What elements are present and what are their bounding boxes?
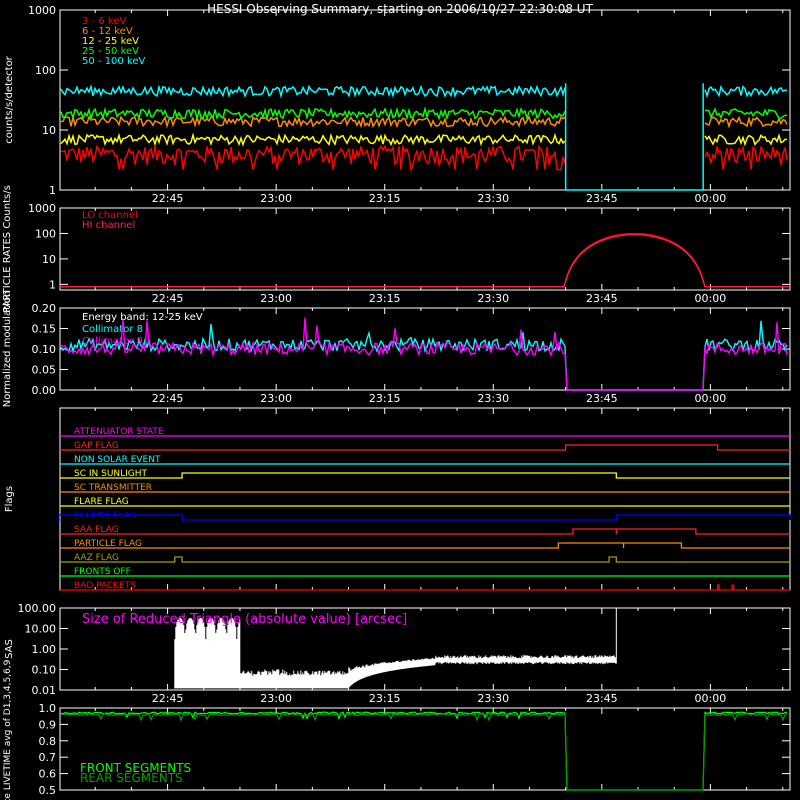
time-tick-label: 23:15 <box>369 392 401 405</box>
modulation-ytick-label: 0.05 <box>32 364 57 377</box>
modulation-annotation: Energy band: 12-25 keV <box>82 312 203 323</box>
time-tick-label: 23:30 <box>477 292 509 305</box>
count-rates-ytick-label: 1 <box>49 184 56 197</box>
count-rates-ytick-label: 100 <box>35 64 56 77</box>
figure-title: HESSI Observing Summary, starting on 200… <box>207 2 593 16</box>
sas-ytick-label: 0.10 <box>32 664 57 677</box>
time-tick-label: 23:30 <box>477 192 509 205</box>
particle-rates-legend-entry: HI channel <box>82 220 135 231</box>
livetime-ytick-label: 0.9 <box>39 718 57 731</box>
sas-ytick-label: 0.01 <box>32 684 57 697</box>
time-tick-label: 23:45 <box>586 392 618 405</box>
count-rates-ylabel: counts/s/detector <box>4 55 15 143</box>
livetime-ytick-label: 0.7 <box>39 751 57 764</box>
time-tick-label: 23:30 <box>477 392 509 405</box>
livetime-legend-entry: REAR SEGMENTS <box>80 771 183 785</box>
time-tick-label: 00:00 <box>695 392 727 405</box>
observing-summary-figure: HESSI Observing Summary, starting on 200… <box>0 0 800 800</box>
modulation-legend-entry: Collimator 8 <box>82 324 143 335</box>
particle-rates-ytick-label: 10 <box>42 253 56 266</box>
flags-ylabel: Flags <box>4 486 15 512</box>
particle-rates-ytick-label: 100 <box>35 227 56 240</box>
time-tick-label: 22:45 <box>152 392 184 405</box>
time-tick-label: 00:00 <box>695 292 727 305</box>
modulation-legend-entry: Collimator 9 <box>82 336 143 347</box>
time-tick-label: 22:45 <box>152 192 184 205</box>
modulation-ytick-label: 0.15 <box>32 323 57 336</box>
time-tick-label: 23:30 <box>477 692 509 705</box>
time-tick-label: 23:00 <box>260 192 292 205</box>
time-tick-label: 23:15 <box>369 692 401 705</box>
time-tick-label: 00:00 <box>695 692 727 705</box>
sas-annotation: Size of Reduced Triangle (absolute value… <box>82 612 407 627</box>
time-tick-label: 23:00 <box>260 292 292 305</box>
modulation-ytick-label: 0.20 <box>32 302 57 315</box>
particle-rates-ytick-label: 1000 <box>28 202 56 215</box>
sas-ytick-label: 10.00 <box>25 623 57 636</box>
time-tick-label: 23:45 <box>586 292 618 305</box>
flag-label: ECLIPSE FLAG <box>74 511 137 521</box>
modulation-ytick-label: 0.10 <box>32 343 57 356</box>
sas-ytick-label: 100.00 <box>18 602 57 615</box>
livetime-ytick-label: 0.6 <box>39 768 57 781</box>
count-rates-legend-entry: 50 - 100 keV <box>82 56 146 67</box>
time-tick-label: 23:00 <box>260 692 292 705</box>
time-tick-label: 23:00 <box>260 392 292 405</box>
sas-ytick-label: 1.00 <box>32 643 57 656</box>
particle-rates-ytick-label: 1 <box>49 278 56 291</box>
modulation-ytick-label: 0.00 <box>32 384 57 397</box>
livetime-ylabel: Mon. Rate LIVETIME avg of D1,3,4,5,6,9 <box>3 659 13 800</box>
time-tick-label: 23:45 <box>586 192 618 205</box>
livetime-ytick-label: 0.5 <box>39 784 57 797</box>
time-tick-label: 22:45 <box>152 692 184 705</box>
count-rates-ytick-label: 10 <box>42 124 56 137</box>
time-tick-label: 23:15 <box>369 292 401 305</box>
count-rates-ytick-label: 1000 <box>28 4 56 17</box>
time-tick-label: 23:15 <box>369 192 401 205</box>
time-tick-label: 22:45 <box>152 292 184 305</box>
time-tick-label: 00:00 <box>695 192 727 205</box>
livetime-ytick-label: 1.0 <box>39 702 57 715</box>
livetime-ytick-label: 0.8 <box>39 735 57 748</box>
time-tick-label: 23:45 <box>586 692 618 705</box>
sas-ylabel: SAS <box>4 639 15 659</box>
modulation-ylabel: Normalized modulation <box>2 291 13 408</box>
